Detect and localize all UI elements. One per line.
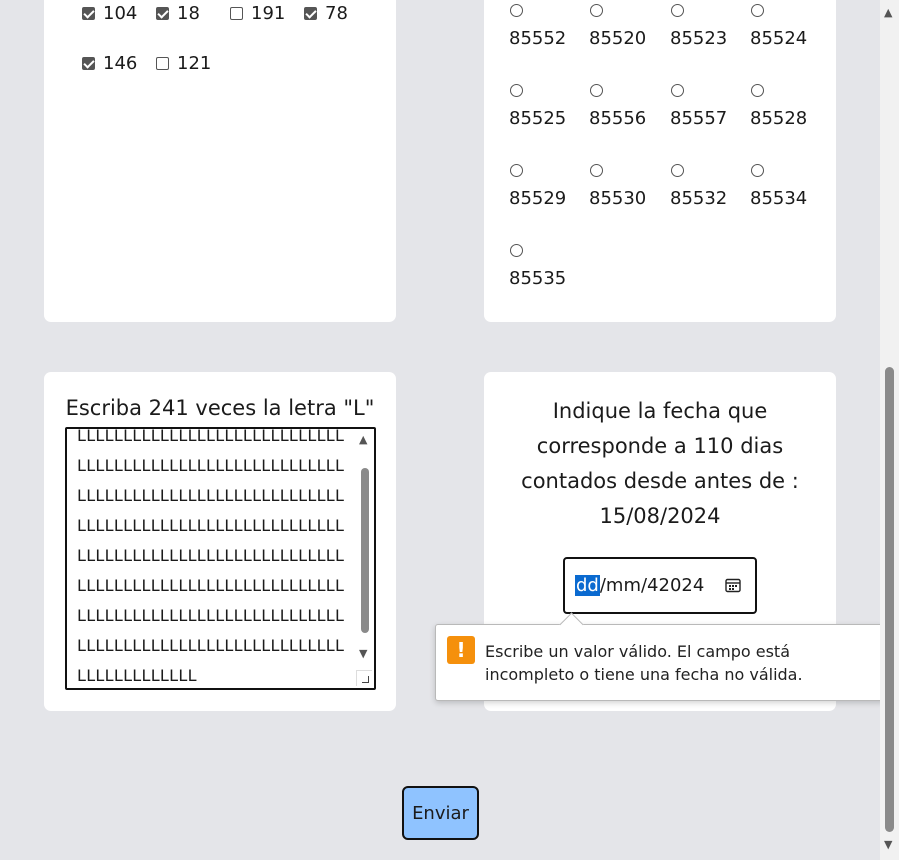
radio-option[interactable]: 85557 [670,84,740,129]
checkbox-label: 191 [251,3,286,24]
radio-button[interactable] [751,84,764,97]
radio-label: 85534 [750,188,808,209]
date-input[interactable]: dd/mm/42024 [563,557,757,614]
radio-label: 85556 [589,108,647,129]
textarea-scrollbar[interactable]: ▲ ▼ [358,433,372,663]
scroll-up-arrow-icon[interactable]: ▲ [359,433,367,446]
radio-option[interactable]: 85532 [670,164,740,209]
checkbox-option[interactable]: 18 [156,3,200,24]
radio-label: 85530 [589,188,647,209]
checkbox-question-card: 104 18 191 78 146 121 [44,0,396,322]
scroll-down-arrow-icon[interactable]: ▼ [884,838,892,851]
radio-label: 85552 [509,28,567,49]
radio-option[interactable]: 85552 [509,4,579,49]
radio-button[interactable] [510,244,523,257]
radio-option[interactable]: 85530 [589,164,659,209]
resize-handle-icon[interactable] [356,670,372,686]
submit-button[interactable]: Enviar [402,786,479,840]
calendar-icon[interactable] [725,577,741,593]
checkbox[interactable] [82,57,95,70]
checkbox[interactable] [156,7,169,20]
textarea-scroll-thumb[interactable] [361,468,369,633]
radio-label: 85520 [589,28,647,49]
radio-button[interactable] [751,164,764,177]
question-text: Indique la fecha que corresponde a 110 d… [521,399,799,528]
checkbox-label: 78 [325,3,348,24]
radio-label: 85524 [750,28,808,49]
textarea-question-card: Escriba 241 veces la letra "L" LLLLLLLLL… [44,372,396,711]
radio-button[interactable] [590,4,603,17]
radio-option[interactable]: 85535 [509,244,579,289]
radio-option[interactable]: 85524 [750,4,820,49]
radio-option[interactable]: 85520 [589,4,659,49]
radio-option[interactable]: 85523 [670,4,740,49]
radio-button[interactable] [671,4,684,17]
radio-option[interactable]: 85529 [509,164,579,209]
radio-button[interactable] [590,84,603,97]
date-day-segment[interactable]: dd [575,575,600,596]
question-title: Escriba 241 veces la letra "L" [65,396,375,420]
radio-button[interactable] [751,4,764,17]
letter-textarea[interactable]: LLLLLLLLLLLLLLLLLLLLLLLLLLLLLLLLLLLLLLLL… [65,427,376,690]
radio-button[interactable] [590,164,603,177]
checkbox-label: 121 [177,53,212,74]
checkbox[interactable] [230,7,243,20]
radio-label: 85532 [670,188,728,209]
radio-option[interactable]: 85528 [750,84,820,129]
radio-label: 85525 [509,108,567,129]
radio-button[interactable] [510,4,523,17]
radio-label: 85523 [670,28,728,49]
radio-question-card: 85552 85520 85523 85524 85525 85556 8555… [484,0,836,322]
checkbox-label: 146 [103,53,138,74]
scroll-up-arrow-icon[interactable]: ▲ [884,6,892,19]
radio-option[interactable]: 85525 [509,84,579,129]
radio-button[interactable] [510,164,523,177]
radio-label: 85528 [750,108,808,129]
checkbox[interactable] [156,57,169,70]
checkbox-label: 104 [103,3,138,24]
validation-tooltip: ! Escribe un valor válido. El campo está… [435,612,885,701]
checkbox[interactable] [304,7,317,20]
scroll-down-arrow-icon[interactable]: ▼ [359,647,367,660]
checkbox-option[interactable]: 191 [230,3,285,24]
warning-icon: ! [447,636,475,664]
radio-option[interactable]: 85534 [750,164,820,209]
validation-message: Escribe un valor válido. El campo está i… [485,642,803,684]
radio-option[interactable]: 85556 [589,84,659,129]
radio-button[interactable] [510,84,523,97]
checkbox-option[interactable]: 146 [82,53,137,74]
checkbox[interactable] [82,7,95,20]
radio-button[interactable] [671,84,684,97]
checkbox-option[interactable]: 104 [82,3,137,24]
checkbox-option[interactable]: 121 [156,53,211,74]
checkbox-option[interactable]: 78 [304,3,348,24]
page-scroll-thumb[interactable] [885,367,894,832]
radio-label: 85529 [509,188,567,209]
radio-label: 85535 [509,268,567,289]
radio-button[interactable] [671,164,684,177]
date-month-year-segment[interactable]: /mm/42024 [600,575,704,596]
page-scrollbar[interactable]: ▲ ▼ [880,0,899,860]
textarea-value: LLLLLLLLLLLLLLLLLLLLLLLLLLLLLLLLLLLLLLLL… [77,427,345,685]
checkbox-label: 18 [177,3,200,24]
radio-label: 85557 [670,108,728,129]
